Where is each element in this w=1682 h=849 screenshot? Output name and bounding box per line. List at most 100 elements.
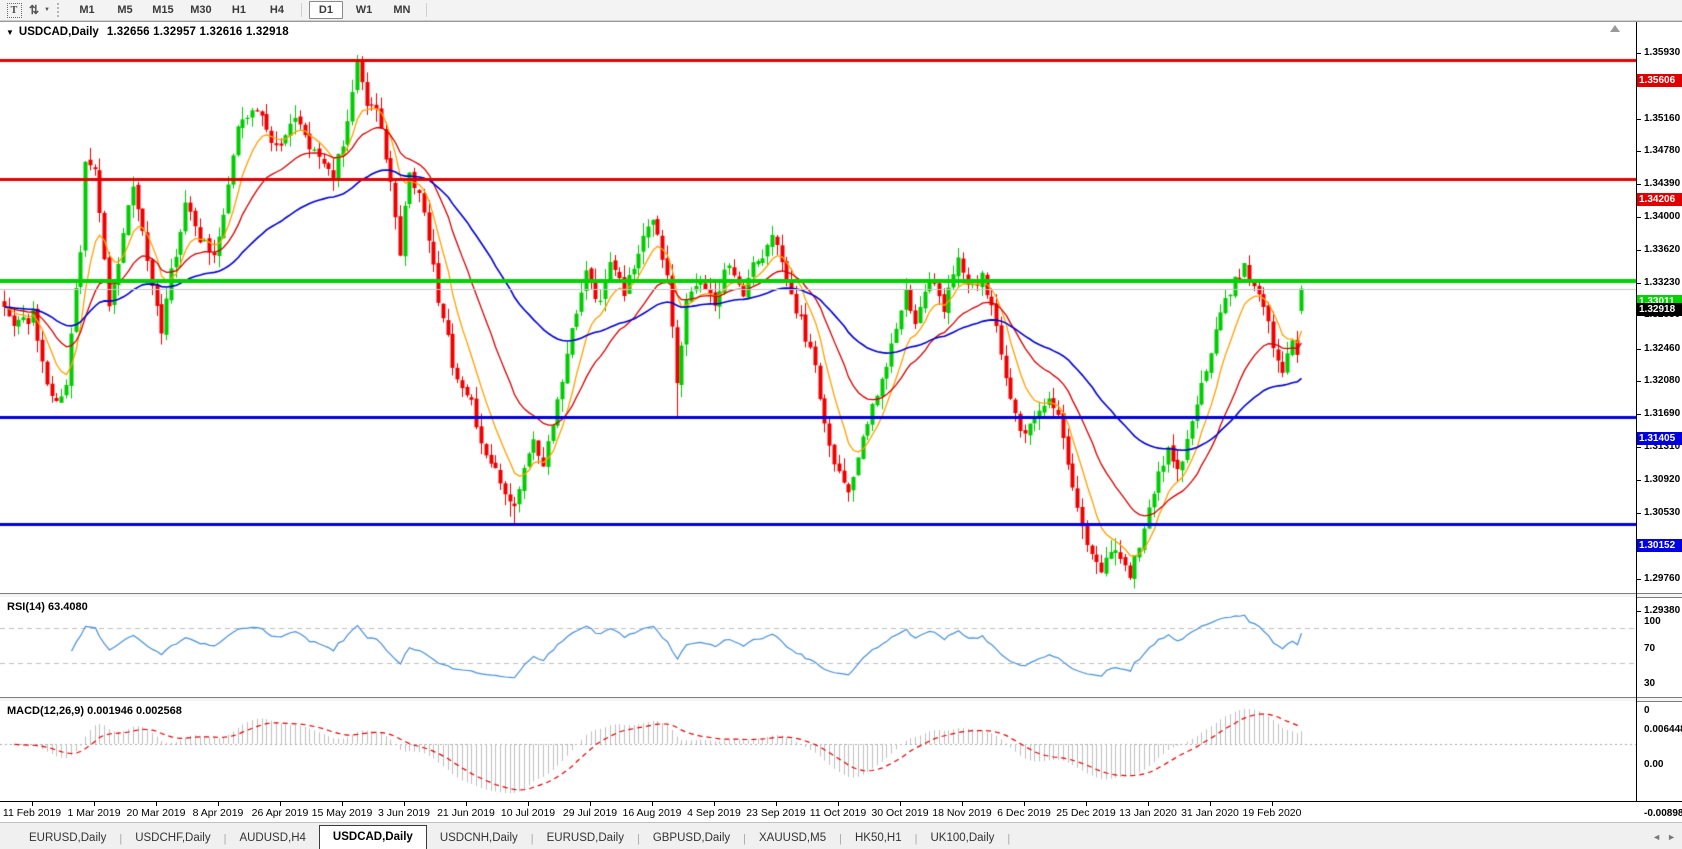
time-tick-mark xyxy=(776,802,777,806)
time-tick-mark xyxy=(94,802,95,806)
price-tick-label: 1.34780 xyxy=(1644,145,1681,156)
price-tick-mark xyxy=(1637,184,1641,185)
price-tick-label: 1.29380 xyxy=(1644,605,1681,616)
time-axis-label: 10 Jul 2019 xyxy=(500,807,556,819)
price-tick-mark xyxy=(1637,119,1641,120)
time-tick-mark xyxy=(1086,802,1087,806)
price-tick-label: 1.31690 xyxy=(1644,408,1681,419)
time-axis-label: 3 Jun 2019 xyxy=(378,807,430,819)
chart-tab-usdchf-daily[interactable]: USDCHF,Daily xyxy=(122,828,223,848)
price-tick-mark xyxy=(1637,381,1641,382)
price-tick-label: 1.35160 xyxy=(1644,113,1681,124)
time-tick-mark xyxy=(218,802,219,806)
timeframe-button-m1[interactable]: M1 xyxy=(70,1,104,19)
macd-panel-canvas[interactable] xyxy=(0,701,1636,801)
time-tick-mark xyxy=(962,802,963,806)
time-axis-label: 8 Apr 2019 xyxy=(192,807,244,819)
time-tick-mark xyxy=(1210,802,1211,806)
time-tick-mark xyxy=(156,802,157,806)
time-tick-mark xyxy=(1024,802,1025,806)
time-tick-mark xyxy=(590,802,591,806)
timeframe-button-m30[interactable]: M30 xyxy=(184,1,218,19)
time-axis-label: 13 Jan 2020 xyxy=(1119,807,1177,819)
time-axis-label: 6 Dec 2019 xyxy=(997,807,1051,819)
time-axis-label: 26 Apr 2019 xyxy=(251,807,309,819)
price-tick-label: 1.33230 xyxy=(1644,277,1681,288)
chart-tab-xauusd-m5[interactable]: XAUUSD,M5 xyxy=(746,828,839,848)
time-tick-mark xyxy=(32,802,33,806)
price-tick-label: 1.30530 xyxy=(1644,507,1681,518)
time-tick-mark xyxy=(714,802,715,806)
time-axis-label: 19 Feb 2020 xyxy=(1242,807,1302,819)
chart-tab-gbpusd-daily[interactable]: GBPUSD,Daily xyxy=(640,828,743,848)
price-tick-label: 1.32460 xyxy=(1644,343,1681,354)
time-tick-mark xyxy=(900,802,901,806)
chart-tab-usdcad-daily[interactable]: USDCAD,Daily xyxy=(318,825,427,849)
price-tick-mark xyxy=(1637,349,1641,350)
chart-tab-bar: EURUSD,Daily | USDCHF,Daily | AUDUSD,H4 USDCA… xyxy=(0,822,1682,849)
price-tick-label: 1.30920 xyxy=(1644,474,1681,485)
macd-tick-label: 0.006448 xyxy=(1644,724,1682,735)
time-axis-label: 15 May 2019 xyxy=(311,807,373,819)
price-tick-label: 1.33620 xyxy=(1644,244,1681,255)
time-axis-label: 16 Aug 2019 xyxy=(622,807,682,819)
timeframe-button-w1[interactable]: W1 xyxy=(347,1,381,19)
collapse-icon[interactable]: ▼ xyxy=(6,28,14,37)
price-tick-mark xyxy=(1637,579,1641,580)
time-tick-mark xyxy=(838,802,839,806)
scroll-right-arrow[interactable]: ► xyxy=(1667,832,1676,842)
hline-price-label: 1.34206 xyxy=(1637,193,1682,206)
timeframe-button-mn[interactable]: MN xyxy=(385,1,419,19)
chart-tab-audusd-h4[interactable]: AUDUSD,H4 xyxy=(226,828,318,848)
hline-price-label: 1.32918 xyxy=(1637,303,1682,316)
toolbar-divider xyxy=(300,3,302,17)
timeframe-button-d1[interactable]: D1 xyxy=(308,1,343,19)
arrows-icon[interactable]: ⇅ xyxy=(24,2,44,18)
macd-indicator-label: MACD(12,26,9) 0.001946 0.002568 xyxy=(7,705,182,717)
chart-tab-uk100-daily[interactable]: UK100,Daily xyxy=(918,828,1008,848)
price-tick-label: 1.29760 xyxy=(1644,573,1681,584)
price-tick-mark xyxy=(1637,611,1641,612)
rsi-panel-canvas[interactable] xyxy=(0,597,1636,697)
timeframe-button-m15[interactable]: M15 xyxy=(146,1,180,19)
price-tick-label: 1.32080 xyxy=(1644,375,1681,386)
timeframe-button-group: M1 M5 M15 M30 H1 H4 D1 W1 MN xyxy=(68,1,432,19)
chart-tab-hk50-h1[interactable]: HK50,H1 xyxy=(842,828,915,848)
time-axis-label: 21 Jun 2019 xyxy=(437,807,495,819)
time-axis-label: 30 Oct 2019 xyxy=(871,807,929,819)
time-tick-mark xyxy=(280,802,281,806)
chart-tab-eurusd-daily[interactable]: EURUSD,Daily xyxy=(16,828,119,848)
timeframe-button-h1[interactable]: H1 xyxy=(222,1,256,19)
macd-tick-label: 0.00 xyxy=(1644,759,1664,770)
chevron-down-icon[interactable]: ▼ xyxy=(44,7,50,13)
timeframe-button-m5[interactable]: M5 xyxy=(108,1,142,19)
timeframe-button-h4[interactable]: H4 xyxy=(260,1,294,19)
price-tick-mark xyxy=(1637,480,1641,481)
chart-shift-marker[interactable] xyxy=(1610,25,1620,32)
chart-window: ▼ USDCAD,Daily 1.32656 1.32957 1.32616 1… xyxy=(0,21,1682,823)
rsi-tick-label: 0 xyxy=(1644,705,1650,716)
time-tick-mark xyxy=(466,802,467,806)
price-tick-mark xyxy=(1637,151,1641,152)
time-tick-mark xyxy=(342,802,343,806)
time-tick-mark xyxy=(528,802,529,806)
price-chart-canvas[interactable] xyxy=(0,23,1636,593)
chart-tab-usdcnh-daily[interactable]: USDCNH,Daily xyxy=(427,828,531,848)
price-tick-label: 1.34390 xyxy=(1644,178,1681,189)
chart-tab-eurusd-daily[interactable]: EURUSD,Daily xyxy=(534,828,637,848)
time-axis-label: 25 Dec 2019 xyxy=(1056,807,1116,819)
time-axis-label: 18 Nov 2019 xyxy=(932,807,992,819)
price-tick-mark xyxy=(1637,513,1641,514)
time-tick-mark xyxy=(652,802,653,806)
price-tick-mark xyxy=(1637,447,1641,448)
time-axis-label: 1 Mar 2019 xyxy=(67,807,121,819)
scroll-left-arrow[interactable]: ◄ xyxy=(1652,832,1661,842)
tab-separator: | xyxy=(1007,833,1011,845)
hline-price-label: 1.30152 xyxy=(1637,539,1682,552)
toolbar-divider xyxy=(425,3,427,17)
text-tool-button[interactable]: T xyxy=(4,2,24,18)
price-tick-label: 1.34000 xyxy=(1644,211,1681,222)
rsi-tick-label: 30 xyxy=(1644,678,1656,689)
trading-platform-window: T ⇅ ▼ M1 M5 M15 M30 H1 H4 D1 W1 MN ▼ USDCAD,Dail… xyxy=(0,0,1682,849)
price-tick-mark xyxy=(1637,53,1641,54)
